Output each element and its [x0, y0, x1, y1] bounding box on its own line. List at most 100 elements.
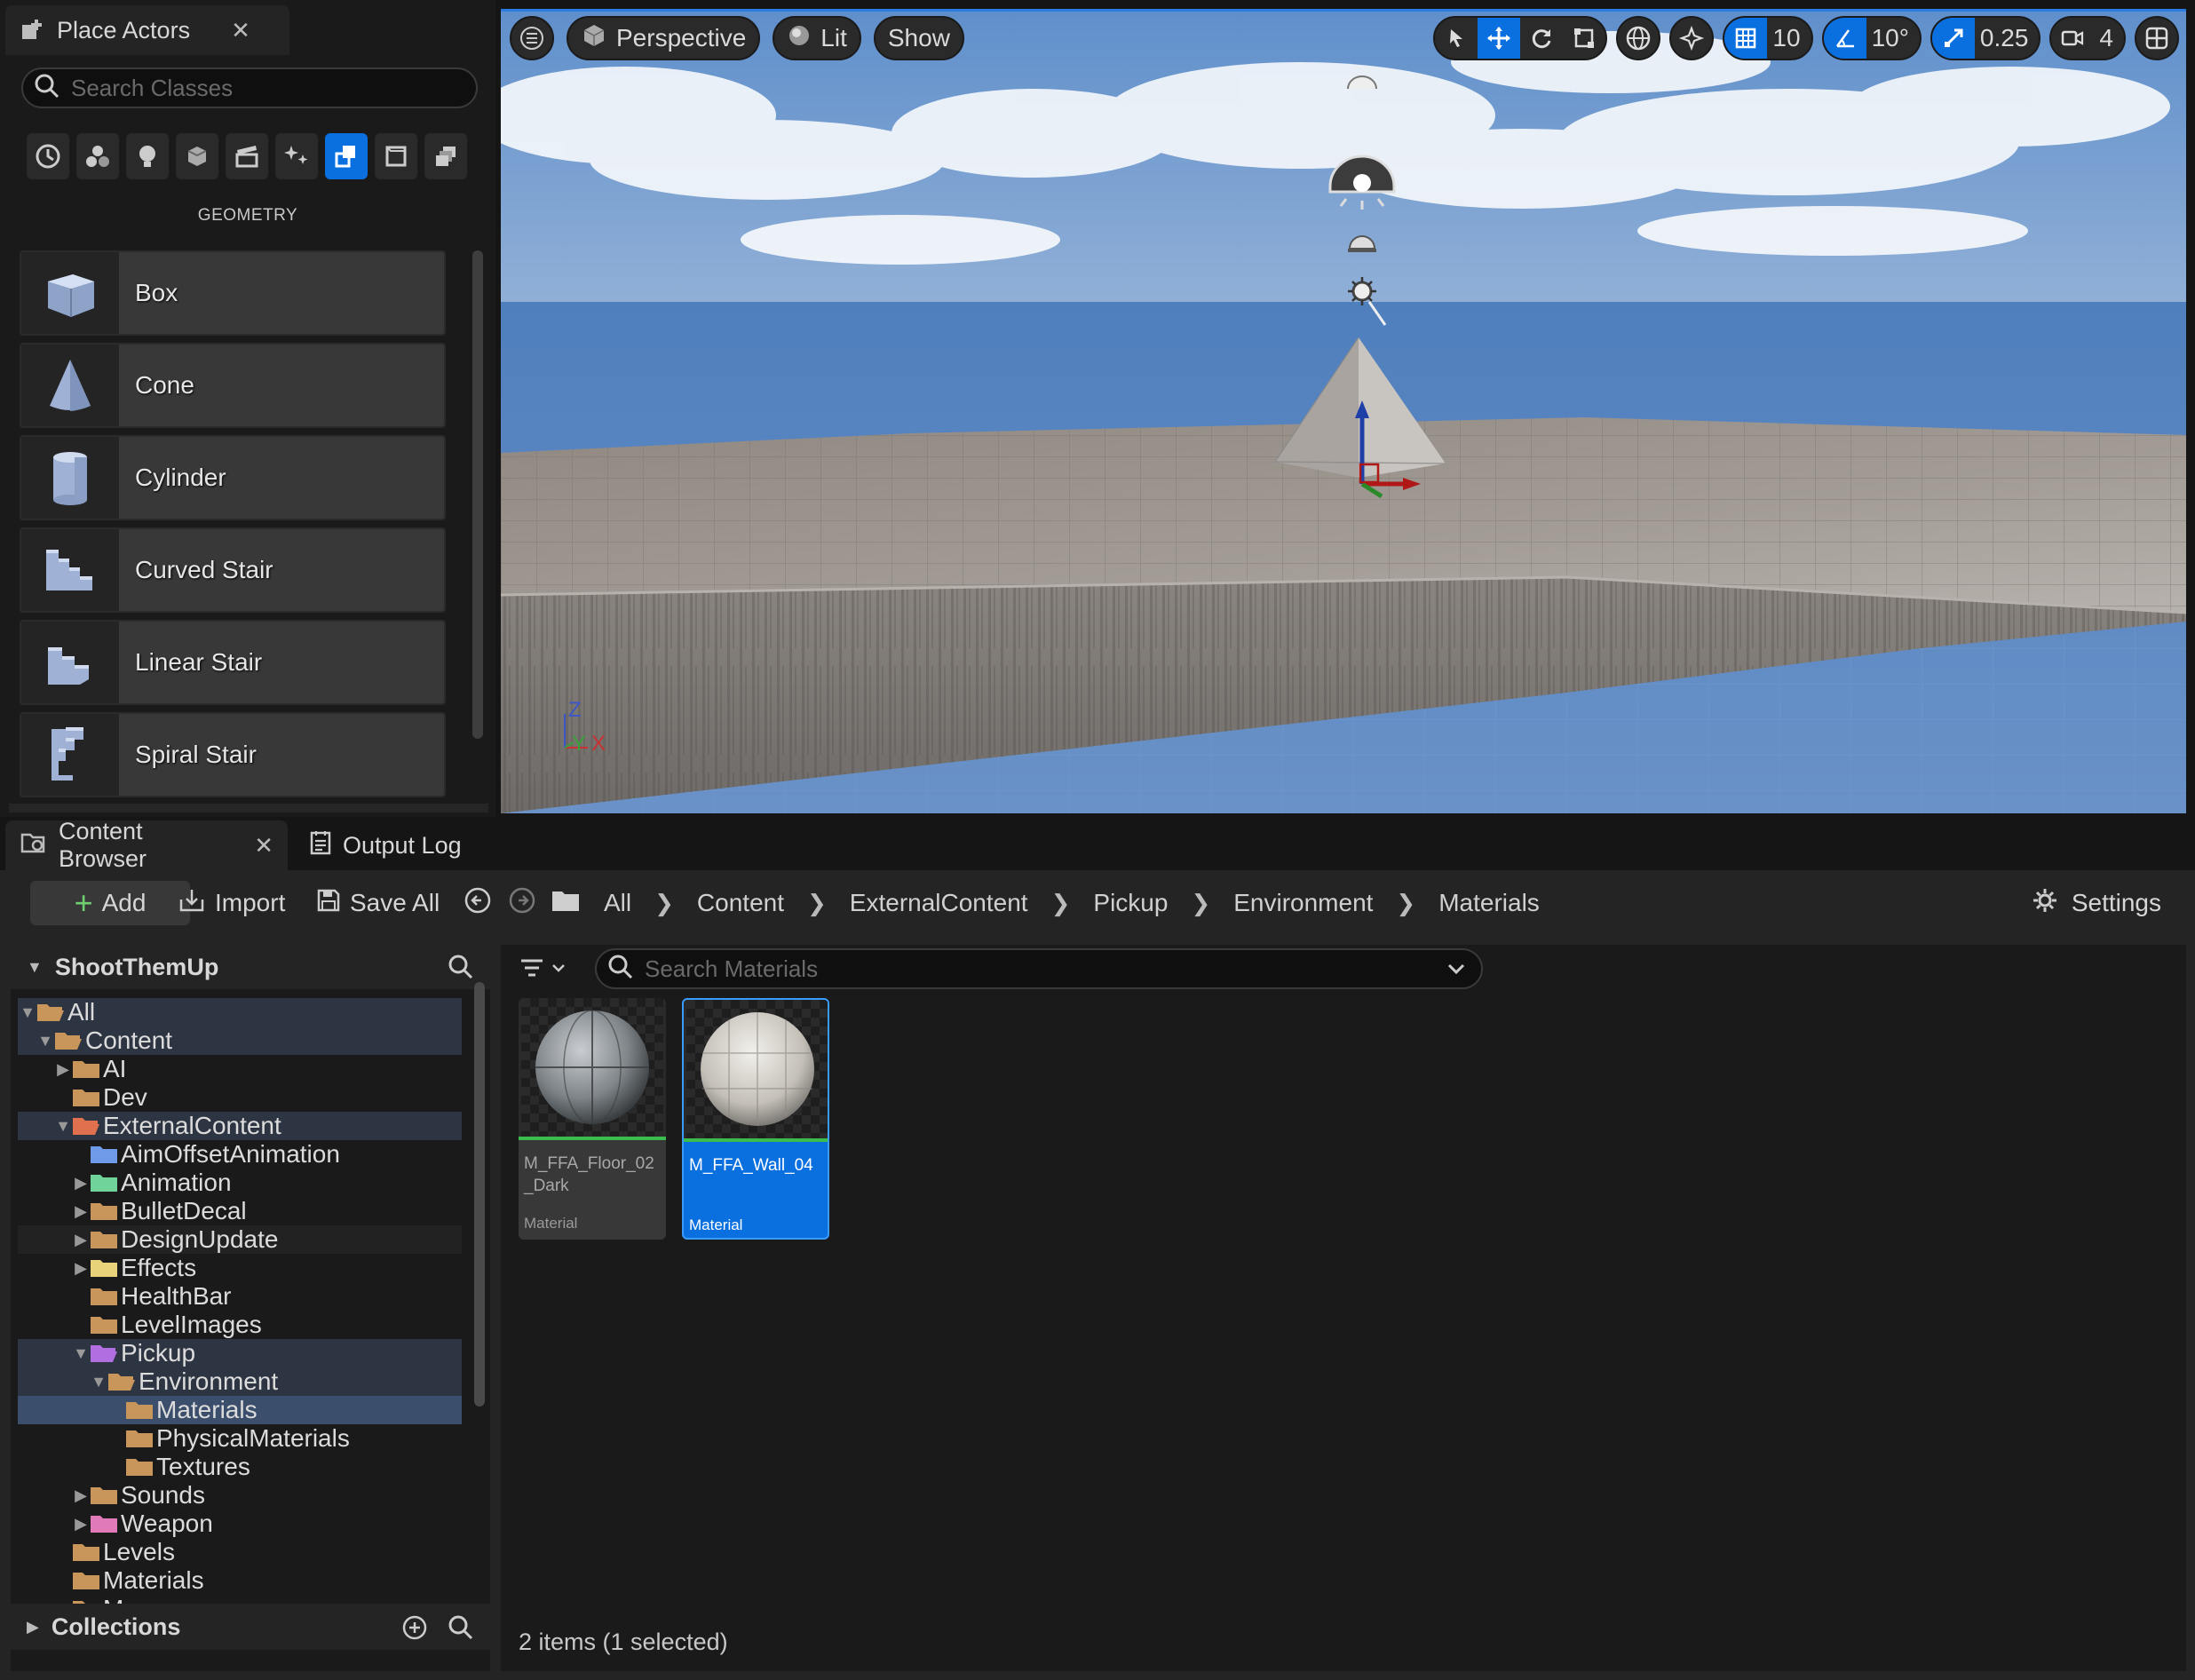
search-classes-field[interactable]: [21, 67, 478, 108]
visual-effects-icon[interactable]: [275, 133, 318, 179]
tree-item-environment[interactable]: ▼ Environment: [18, 1367, 462, 1396]
tree-item-animation[interactable]: ▶ Animation: [18, 1169, 462, 1197]
tree-item-weapon[interactable]: ▶ Weapon: [18, 1510, 462, 1538]
tree-item-effects[interactable]: ▶ Effects: [18, 1254, 462, 1282]
search-materials-input[interactable]: [645, 955, 1426, 983]
lit-button[interactable]: Lit: [773, 16, 861, 60]
camera-speed-value[interactable]: 4: [2094, 24, 2124, 52]
chevron-right-icon[interactable]: ▶: [73, 1169, 89, 1197]
rotate-mode-icon[interactable]: [1520, 18, 1563, 59]
perspective-button[interactable]: Perspective: [567, 16, 761, 60]
viewport-menu-button[interactable]: [510, 16, 554, 60]
tree-item-all[interactable]: ▼ All: [18, 998, 462, 1026]
save-all-button[interactable]: Save All: [316, 881, 440, 925]
volumes-icon[interactable]: [375, 133, 417, 179]
camera-speed-group[interactable]: 4: [2049, 16, 2126, 60]
shapes-icon[interactable]: [176, 133, 218, 179]
tree-item-physicalmaterials[interactable]: PhysicalMaterials: [18, 1424, 462, 1453]
tree-item-designupdate[interactable]: ▶ DesignUpdate: [18, 1225, 462, 1254]
chevron-right-icon[interactable]: ❯: [807, 890, 827, 917]
history-forward-button[interactable]: [508, 881, 536, 925]
chevron-down-icon[interactable]: ▼: [55, 1112, 71, 1140]
breadcrumb-item-pickup[interactable]: Pickup: [1093, 889, 1168, 917]
geometry-icon[interactable]: [325, 133, 368, 179]
grid-snap-icon[interactable]: [1724, 18, 1768, 59]
shape-item-spiral-stair[interactable]: Spiral Stair: [20, 712, 446, 797]
rotation-snap-icon[interactable]: [1823, 18, 1866, 59]
collections-header[interactable]: ▶ Collections: [11, 1604, 490, 1650]
lights-icon[interactable]: [126, 133, 169, 179]
chevron-right-icon[interactable]: ❯: [654, 890, 674, 917]
search-classes-input[interactable]: [71, 74, 462, 102]
chevron-down-icon[interactable]: ▼: [37, 1026, 53, 1055]
scale-snap-value[interactable]: 0.25: [1975, 24, 2040, 52]
chevron-right-icon[interactable]: ▶: [73, 1254, 89, 1282]
shape-item-cone[interactable]: Cone: [20, 343, 446, 428]
chevron-right-icon[interactable]: ▶: [73, 1197, 89, 1225]
chevron-right-icon[interactable]: ▶: [73, 1510, 89, 1538]
tree-item-levels[interactable]: Levels: [18, 1538, 462, 1566]
tree-item-dev[interactable]: Dev: [18, 1083, 462, 1112]
scale-snap-group[interactable]: 0.25: [1930, 16, 2041, 60]
history-back-button[interactable]: [464, 881, 492, 925]
surface-snap-toggle[interactable]: [1669, 16, 1715, 60]
chevron-right-icon[interactable]: ▶: [73, 1481, 89, 1510]
grid-snap-group[interactable]: 10: [1723, 16, 1813, 60]
tab-content-browser[interactable]: Content Browser ✕: [5, 818, 288, 872]
breadcrumb-item-externalcontent[interactable]: ExternalContent: [850, 889, 1028, 917]
chevron-down-icon[interactable]: ▼: [20, 998, 36, 1026]
camera-icon[interactable]: [2051, 18, 2094, 59]
tree-item-healthbar[interactable]: HealthBar: [18, 1282, 462, 1311]
tree-item-materials[interactable]: Materials: [18, 1566, 462, 1595]
search-materials-field[interactable]: [595, 948, 1483, 989]
close-icon[interactable]: ✕: [254, 832, 273, 860]
project-header[interactable]: ▼ ShootThemUp: [11, 945, 490, 989]
show-button[interactable]: Show: [873, 16, 964, 60]
basic-icon[interactable]: [76, 133, 119, 179]
place-actors-scrollbar[interactable]: [472, 250, 483, 739]
viewport-layout-button[interactable]: [2135, 16, 2179, 60]
rotation-snap-group[interactable]: 10°: [1821, 16, 1922, 60]
settings-button[interactable]: Settings: [2031, 881, 2161, 925]
grid-snap-value[interactable]: 10: [1767, 24, 1811, 52]
add-collection-icon[interactable]: [401, 1614, 428, 1647]
chevron-down-icon[interactable]: ▼: [91, 1367, 107, 1396]
scale-snap-icon[interactable]: [1931, 18, 1975, 59]
breadcrumb-item-materials[interactable]: Materials: [1438, 889, 1540, 917]
import-button[interactable]: Import: [178, 881, 285, 925]
tree-item-textures[interactable]: Textures: [18, 1453, 462, 1481]
level-viewport[interactable]: Perspective Lit Show 10 10° 0.25 4 Z Y X: [501, 9, 2186, 813]
select-mode-icon[interactable]: [1435, 18, 1478, 59]
breadcrumb-item-all[interactable]: All: [604, 889, 631, 917]
breadcrumb-item-environment[interactable]: Environment: [1233, 889, 1373, 917]
tree-item-sounds[interactable]: ▶ Sounds: [18, 1481, 462, 1510]
asset-tile[interactable]: M_FFA_Floor_02_Dark Material: [519, 998, 666, 1240]
search-icon[interactable]: [448, 1614, 474, 1647]
tab-place-actors[interactable]: Place Actors ✕: [5, 5, 289, 55]
recent-icon[interactable]: [27, 133, 69, 179]
chevron-right-icon[interactable]: ❯: [1051, 890, 1071, 917]
tree-item-aimoffsetanimation[interactable]: AimOffsetAnimation: [18, 1140, 462, 1169]
translate-mode-icon[interactable]: [1478, 18, 1521, 59]
chevron-right-icon[interactable]: ❯: [1396, 890, 1415, 917]
tree-item-externalcontent[interactable]: ▼ ExternalContent: [18, 1112, 462, 1140]
tree-item-pickup[interactable]: ▼ Pickup: [18, 1339, 462, 1367]
shape-item-cylinder[interactable]: Cylinder: [20, 435, 446, 520]
chevron-down-icon[interactable]: ▼: [73, 1339, 89, 1367]
asset-tile-selected[interactable]: M_FFA_Wall_04 Material: [682, 998, 829, 1240]
tree-item-ai[interactable]: ▶ AI: [18, 1055, 462, 1083]
shape-item-box[interactable]: Box: [20, 250, 446, 336]
rotation-snap-value[interactable]: 10°: [1866, 24, 1920, 52]
search-icon[interactable]: [448, 954, 474, 987]
cinematic-icon[interactable]: [226, 133, 268, 179]
tree-item-levelimages[interactable]: LevelImages: [18, 1311, 462, 1339]
folder-tree-scrollbar[interactable]: [474, 982, 485, 1407]
tree-item-content[interactable]: ▼ Content: [18, 1026, 462, 1055]
world-local-toggle[interactable]: [1616, 16, 1661, 60]
shape-item-curved-stair[interactable]: Curved Stair: [20, 527, 446, 613]
scale-mode-icon[interactable]: [1563, 18, 1605, 59]
chevron-right-icon[interactable]: ▶: [73, 1225, 89, 1254]
chevron-right-icon[interactable]: ❯: [1191, 890, 1210, 917]
breadcrumb-item-content[interactable]: Content: [697, 889, 784, 917]
tree-item-materials[interactable]: Materials: [18, 1396, 462, 1424]
